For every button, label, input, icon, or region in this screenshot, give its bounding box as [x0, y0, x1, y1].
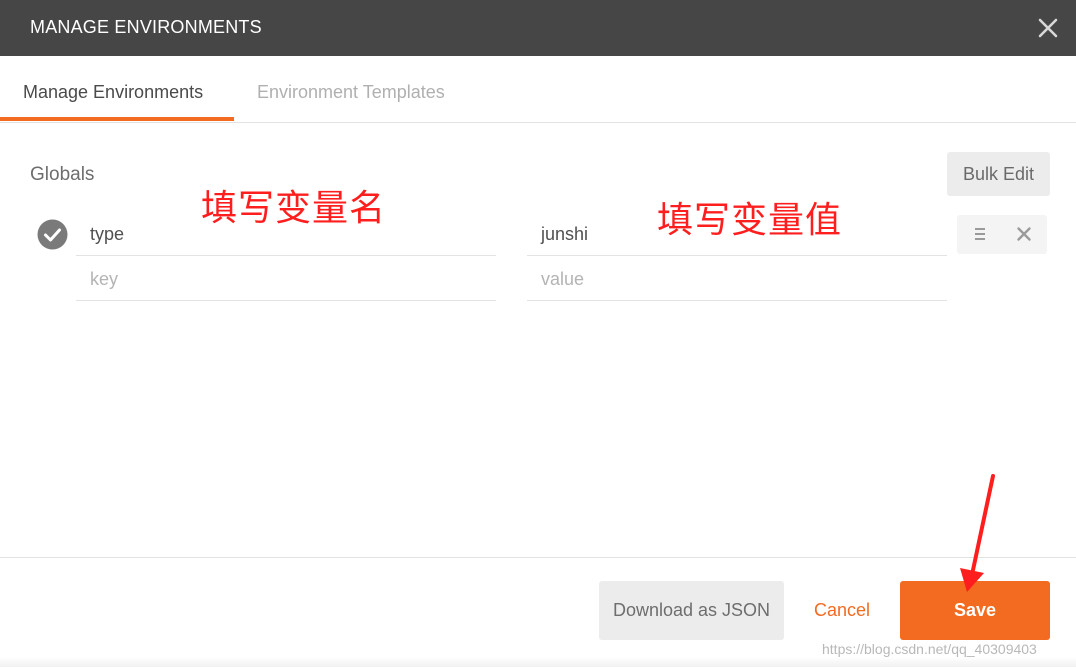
active-tab-indicator — [0, 117, 234, 121]
close-icon — [1017, 227, 1031, 241]
tab-manage-environments[interactable]: Manage Environments — [23, 82, 203, 103]
tab-environment-templates[interactable]: Environment Templates — [257, 82, 445, 103]
watermark: https://blog.csdn.net/qq_40309403 — [822, 641, 1037, 657]
save-button[interactable]: Save — [900, 581, 1050, 640]
manage-environments-modal: MANAGE ENVIRONMENTS Manage Environments … — [0, 0, 1076, 667]
close-icon — [1038, 18, 1058, 38]
background-strip — [0, 657, 1076, 667]
new-key-input[interactable]: key — [76, 257, 496, 301]
row-enabled-checkbox[interactable] — [37, 219, 68, 250]
modal-title: MANAGE ENVIRONMENTS — [30, 17, 262, 37]
drag-handle-icon — [975, 228, 985, 240]
row-actions — [957, 215, 1047, 254]
bulk-edit-button[interactable]: Bulk Edit — [947, 152, 1050, 196]
drag-handle[interactable] — [971, 225, 989, 243]
download-json-button[interactable]: Download as JSON — [599, 581, 784, 640]
new-value-input[interactable]: value — [527, 257, 947, 301]
cancel-button[interactable]: Cancel — [800, 581, 884, 640]
globals-heading: Globals — [30, 164, 95, 185]
tab-bar: Manage Environments Environment Template… — [0, 56, 1076, 123]
checkmark-icon — [37, 219, 68, 250]
close-button[interactable] — [1034, 14, 1062, 42]
delete-row-button[interactable] — [1015, 225, 1033, 243]
variable-value-input[interactable]: junshi — [527, 212, 947, 256]
modal-titlebar: MANAGE ENVIRONMENTS — [0, 0, 1076, 56]
variable-key-input[interactable]: type — [76, 212, 496, 256]
